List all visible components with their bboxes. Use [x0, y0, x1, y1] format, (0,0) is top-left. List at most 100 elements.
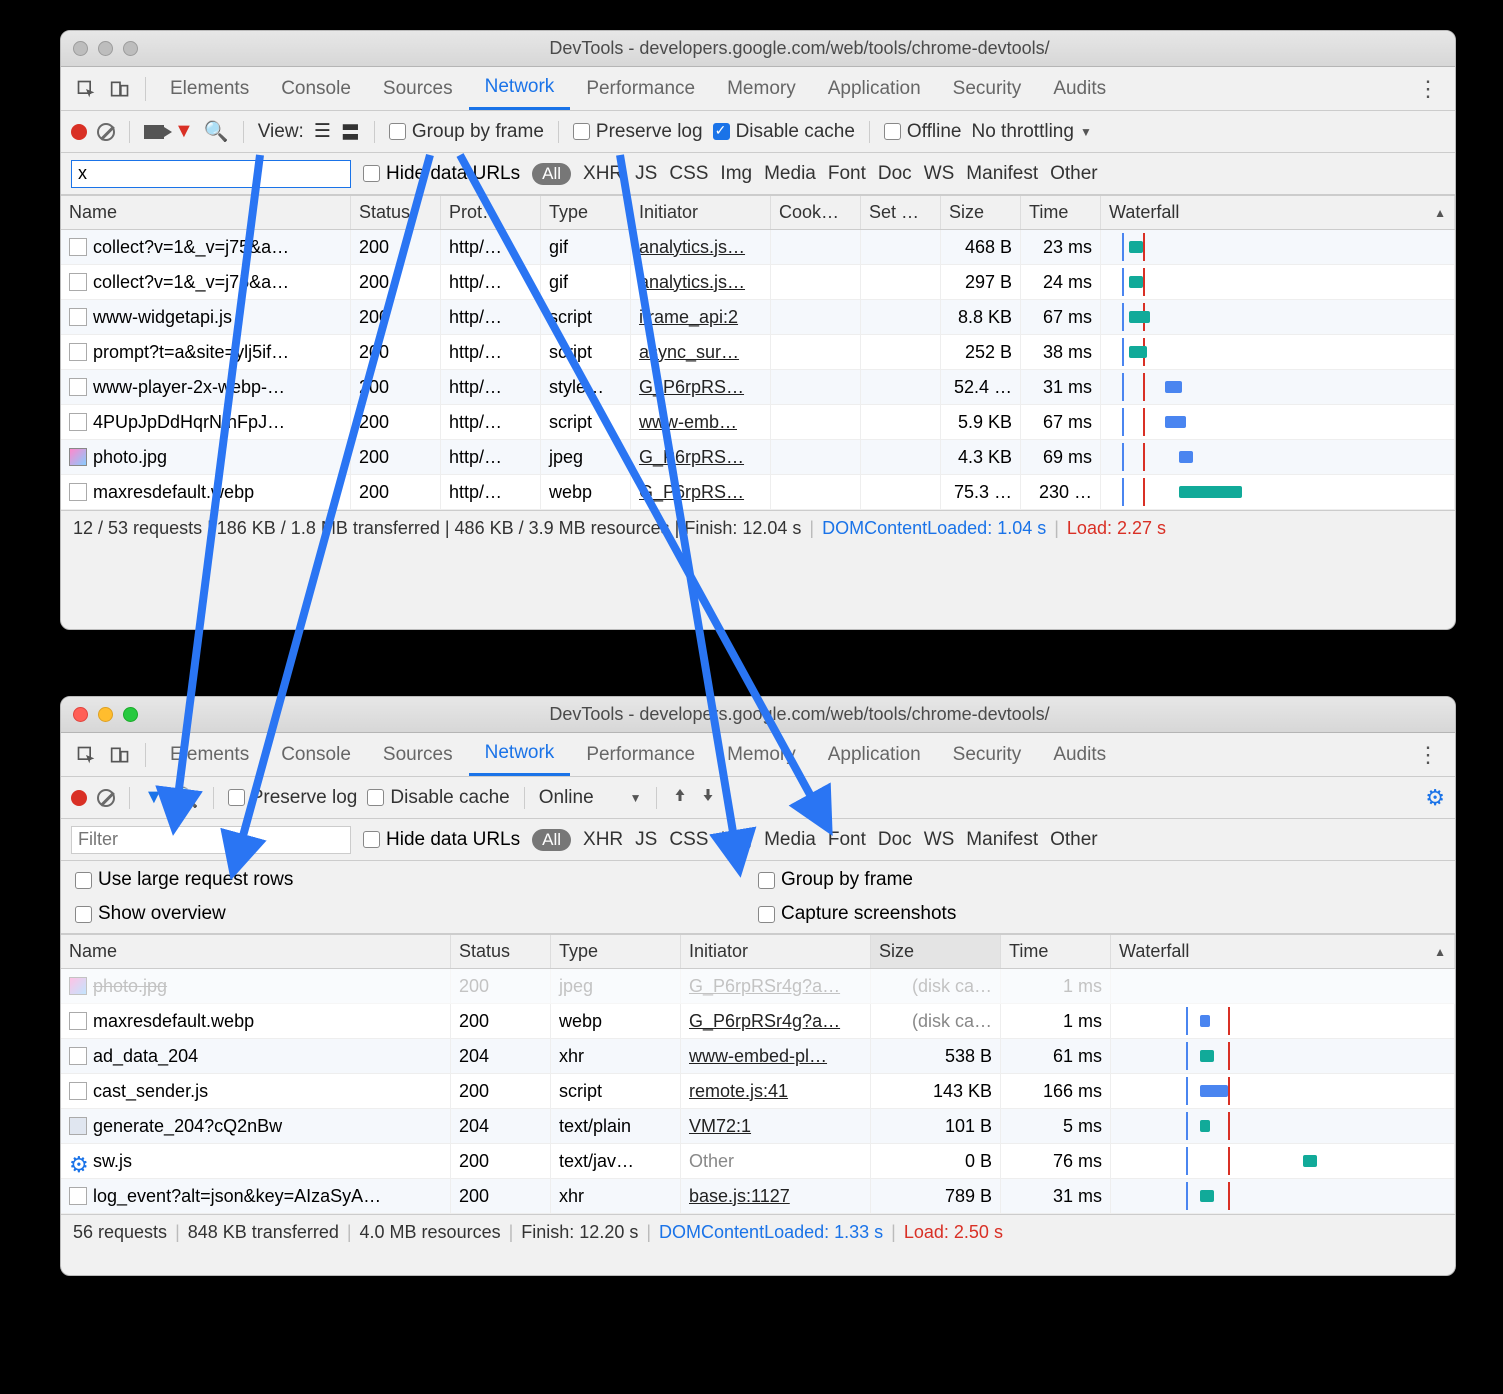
filter-type-font[interactable]: Font — [828, 163, 866, 185]
filter-type-doc[interactable]: Doc — [878, 829, 912, 851]
table-row[interactable]: maxresdefault.webp 200 webp G_P6rpRSr4g?… — [61, 1004, 1455, 1039]
filter-type-js[interactable]: JS — [635, 829, 657, 851]
col-size[interactable]: Size — [941, 196, 1021, 229]
cell-initiator[interactable]: G_P6rpRSr4g?a… — [681, 1004, 871, 1038]
filter-icon[interactable]: ▼ — [174, 120, 194, 143]
cell-initiator[interactable]: G_P6rpRS… — [631, 475, 771, 509]
filter-input[interactable] — [71, 826, 351, 854]
tab-network[interactable]: Network — [469, 67, 571, 110]
filter-type-doc[interactable]: Doc — [878, 163, 912, 185]
filter-type-img[interactable]: Img — [720, 163, 752, 185]
cell-initiator[interactable]: www-embed-pl… — [681, 1039, 871, 1073]
cell-initiator[interactable]: async_sur… — [631, 335, 771, 369]
cell-initiator[interactable]: VM72:1 — [681, 1109, 871, 1143]
tab-performance[interactable]: Performance — [570, 67, 711, 110]
filter-type-media[interactable]: Media — [764, 829, 816, 851]
col-name[interactable]: Name — [61, 935, 451, 968]
table-row[interactable]: maxresdefault.webp 200 http/… webp G_P6r… — [61, 475, 1455, 510]
cell-initiator[interactable]: G_P6rpRSr4g?a… — [681, 969, 871, 1003]
filter-type-css[interactable]: CSS — [669, 163, 708, 185]
table-row[interactable]: generate_204?cQ2nBw 204 text/plain VM72:… — [61, 1109, 1455, 1144]
hide-data-urls-checkbox[interactable]: Hide data URLs — [363, 829, 520, 851]
table-row[interactable]: photo.jpg 200 http/… jpeg G_P6rpRS… 4.3 … — [61, 440, 1455, 475]
clear-icon[interactable] — [97, 789, 115, 807]
show-overview-checkbox[interactable]: Show overview — [75, 903, 758, 925]
offline-checkbox[interactable]: Offline — [884, 121, 962, 143]
filter-type-js[interactable]: JS — [635, 163, 657, 185]
overview-icon[interactable]: 〓 — [341, 118, 360, 145]
col-type[interactable]: Type — [551, 935, 681, 968]
search-icon[interactable]: 🔍 — [174, 785, 199, 810]
col-protocol[interactable]: Prot… — [441, 196, 541, 229]
download-icon[interactable] — [699, 786, 717, 810]
col-size[interactable]: Size — [871, 935, 1001, 968]
inspect-icon[interactable] — [75, 78, 97, 100]
col-cookies[interactable]: Cook… — [771, 196, 861, 229]
cell-initiator[interactable]: base.js:1127 — [681, 1179, 871, 1213]
tab-console[interactable]: Console — [265, 733, 367, 776]
search-icon[interactable]: 🔍 — [204, 119, 229, 144]
col-waterfall[interactable]: Waterfall▲ — [1111, 935, 1455, 968]
traffic-close[interactable] — [73, 707, 88, 722]
col-name[interactable]: Name — [61, 196, 351, 229]
tab-performance[interactable]: Performance — [570, 733, 711, 776]
table-row[interactable]: collect?v=1&_v=j75&a… 200 http/… gif ana… — [61, 265, 1455, 300]
cell-initiator[interactable]: analytics.js… — [631, 230, 771, 264]
filter-type-ws[interactable]: WS — [924, 829, 955, 851]
tab-sources[interactable]: Sources — [367, 67, 469, 110]
table-row[interactable]: photo.jpg 200 jpeg G_P6rpRSr4g?a… (disk … — [61, 969, 1455, 1004]
throttling-select[interactable]: No throttling▼ — [971, 121, 1091, 143]
disable-cache-checkbox[interactable]: Disable cache — [367, 787, 509, 809]
clear-icon[interactable] — [97, 123, 115, 141]
filter-icon[interactable]: ▼ — [144, 786, 164, 809]
tab-audits[interactable]: Audits — [1037, 733, 1122, 776]
cell-initiator[interactable]: www-emb… — [631, 405, 771, 439]
inspect-icon[interactable] — [75, 744, 97, 766]
filter-type-manifest[interactable]: Manifest — [966, 163, 1038, 185]
traffic-minimize[interactable] — [98, 41, 113, 56]
hide-data-urls-checkbox[interactable]: Hide data URLs — [363, 163, 520, 185]
cell-initiator[interactable]: analytics.js… — [631, 265, 771, 299]
device-icon[interactable] — [109, 744, 131, 766]
tab-application[interactable]: Application — [812, 733, 937, 776]
capture-screenshots-checkbox[interactable]: Capture screenshots — [758, 903, 1441, 925]
tab-application[interactable]: Application — [812, 67, 937, 110]
table-row[interactable]: ad_data_204 204 xhr www-embed-pl… 538 B … — [61, 1039, 1455, 1074]
table-row[interactable]: www-widgetapi.js 200 http/… script ifram… — [61, 300, 1455, 335]
tab-memory[interactable]: Memory — [711, 67, 812, 110]
device-icon[interactable] — [109, 78, 131, 100]
col-status[interactable]: Status — [351, 196, 441, 229]
filter-type-xhr[interactable]: XHR — [583, 163, 623, 185]
table-row[interactable]: collect?v=1&_v=j75&a… 200 http/… gif ana… — [61, 230, 1455, 265]
filter-type-media[interactable]: Media — [764, 163, 816, 185]
cell-initiator[interactable]: iframe_api:2 — [631, 300, 771, 334]
preserve-log-checkbox[interactable]: Preserve log — [573, 121, 703, 143]
filter-type-ws[interactable]: WS — [924, 163, 955, 185]
table-row[interactable]: prompt?t=a&site=ylj5if… 200 http/… scrip… — [61, 335, 1455, 370]
tab-network[interactable]: Network — [469, 733, 571, 776]
col-initiator[interactable]: Initiator — [681, 935, 871, 968]
col-time[interactable]: Time — [1021, 196, 1101, 229]
tab-sources[interactable]: Sources — [367, 733, 469, 776]
tab-security[interactable]: Security — [937, 733, 1038, 776]
filter-type-xhr[interactable]: XHR — [583, 829, 623, 851]
table-row[interactable]: www-player-2x-webp-… 200 http/… style… G… — [61, 370, 1455, 405]
cell-initiator[interactable]: G_P6rpRS… — [631, 370, 771, 404]
table-header[interactable]: Name Status Prot… Type Initiator Cook… S… — [61, 195, 1455, 230]
tab-console[interactable]: Console — [265, 67, 367, 110]
table-row[interactable]: cast_sender.js 200 script remote.js:41 1… — [61, 1074, 1455, 1109]
traffic-minimize[interactable] — [98, 707, 113, 722]
filter-input[interactable] — [71, 160, 351, 188]
table-row[interactable]: ⚙sw.js 200 text/jav… Other 0 B 76 ms — [61, 1144, 1455, 1179]
cell-initiator[interactable]: G_P6rpRS… — [631, 440, 771, 474]
col-type[interactable]: Type — [541, 196, 631, 229]
online-select[interactable]: Online▼ — [539, 787, 642, 809]
screenshot-icon[interactable] — [144, 125, 164, 139]
disable-cache-checkbox[interactable]: Disable cache — [713, 121, 855, 143]
traffic-zoom[interactable] — [123, 707, 138, 722]
more-icon[interactable]: ⋮ — [1409, 742, 1447, 768]
settings-gear-icon[interactable]: ⚙ — [1425, 785, 1445, 811]
group-by-frame-checkbox[interactable]: Group by frame — [389, 121, 544, 143]
tab-security[interactable]: Security — [937, 67, 1038, 110]
cell-initiator[interactable]: remote.js:41 — [681, 1074, 871, 1108]
